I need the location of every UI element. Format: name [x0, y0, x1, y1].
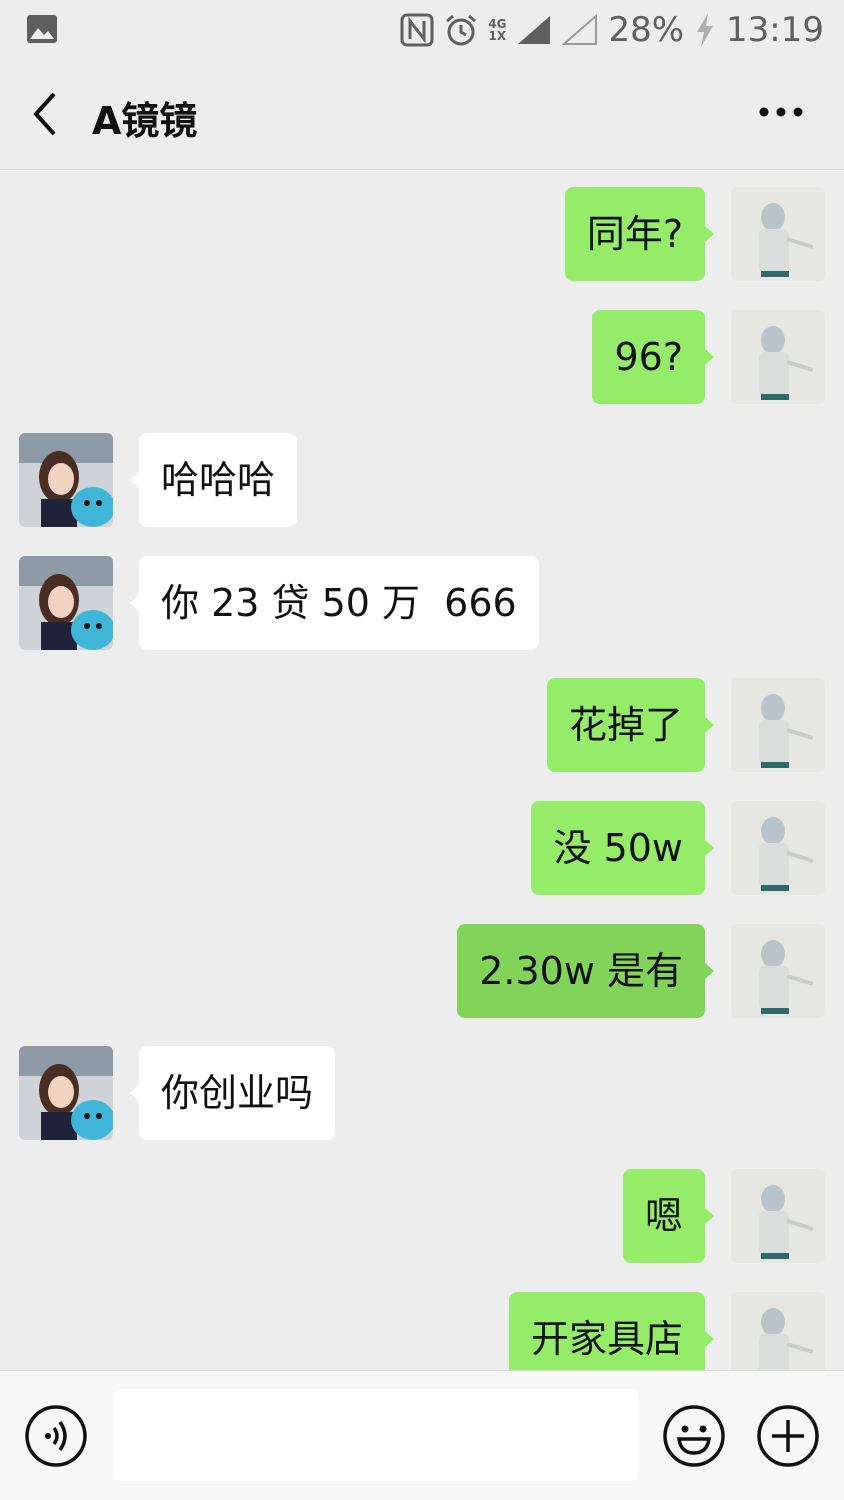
received-message-bubble[interactable]: 你 23 贷 50 万 666 — [130, 556, 539, 650]
status-bar: 4G 1X 28% 13:19 — [0, 0, 844, 60]
message-row: 同年? — [0, 187, 844, 283]
sent-message-bubble[interactable]: 96? — [592, 310, 714, 404]
sent-message-bubble[interactable]: 没 50w — [531, 801, 714, 895]
battery-percent: 28% — [608, 10, 685, 50]
sent-message-bubble[interactable]: 花掉了 — [546, 678, 715, 772]
plus-circle-icon[interactable] — [756, 1404, 820, 1468]
sent-message-bubble[interactable]: 嗯 — [622, 1169, 715, 1263]
chat-title: A镜镜 — [92, 99, 198, 143]
message-row: 嗯 — [0, 1169, 844, 1265]
message-row: 哈哈哈 — [0, 433, 844, 529]
smiley-icon[interactable] — [662, 1404, 726, 1468]
chevron-left-icon[interactable] — [24, 88, 68, 140]
received-message-bubble[interactable]: 你创业吗 — [129, 1046, 336, 1140]
message-row: 你 23 贷 50 万 666 — [0, 556, 844, 652]
charging-icon — [697, 13, 714, 47]
sent-message-bubble[interactable]: 同年? — [564, 187, 715, 281]
chat-header: A镜镜 — [0, 60, 844, 170]
my-avatar[interactable] — [731, 1169, 825, 1263]
my-avatar[interactable] — [731, 924, 825, 1018]
sent-message-bubble[interactable]: 2.30w 是有 — [457, 924, 714, 1018]
message-input[interactable] — [113, 1389, 638, 1481]
clock: 13:19 — [726, 10, 824, 50]
network-indicator: 4G 1X — [488, 17, 507, 43]
message-list[interactable]: 同年? 96? 哈哈哈 你 23 贷 50 万 666 花掉了 没 50w 2.… — [0, 170, 844, 1370]
voice-icon[interactable] — [24, 1404, 88, 1468]
sent-message-bubble[interactable]: 开家具店 — [508, 1292, 715, 1370]
message-row: 96? — [0, 310, 844, 406]
my-avatar[interactable] — [731, 187, 825, 281]
contact-avatar[interactable] — [19, 1046, 113, 1140]
message-row: 你创业吗 — [0, 1046, 844, 1142]
contact-avatar[interactable] — [19, 556, 113, 650]
received-message-bubble[interactable]: 哈哈哈 — [129, 433, 298, 527]
my-avatar[interactable] — [731, 310, 825, 404]
my-avatar[interactable] — [731, 678, 825, 772]
message-row: 没 50w — [0, 801, 844, 897]
message-row: 开家具店 — [0, 1292, 844, 1370]
signal-empty-icon — [562, 14, 598, 45]
alarm-icon — [446, 14, 477, 46]
message-row: 2.30w 是有 — [0, 924, 844, 1020]
my-avatar[interactable] — [731, 1292, 825, 1370]
input-bar — [0, 1370, 844, 1500]
my-avatar[interactable] — [731, 801, 825, 895]
contact-avatar[interactable] — [19, 433, 113, 527]
image-icon — [27, 15, 57, 43]
more-dots-icon[interactable] — [758, 100, 804, 124]
nfc-icon — [400, 13, 434, 47]
message-row: 花掉了 — [0, 678, 844, 774]
signal-icon — [518, 16, 551, 44]
